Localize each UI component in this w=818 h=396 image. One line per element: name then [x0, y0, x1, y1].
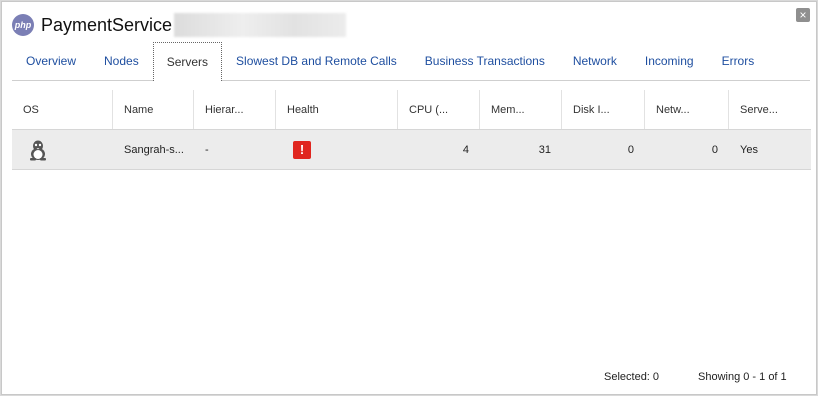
column-header-server[interactable]: Serve... [729, 90, 811, 129]
cpu-value: 4 [462, 143, 469, 156]
app-title: PaymentService [41, 14, 173, 35]
tab-incoming[interactable]: Incoming [631, 42, 708, 80]
servers-grid: OS Name Hierar... Health CPU (... Mem...… [12, 90, 811, 170]
selected-count: Selected: 0 [604, 371, 660, 383]
column-header-name[interactable]: Name [113, 90, 194, 129]
os-cell [12, 130, 113, 169]
hierarchy-value: - [205, 143, 209, 156]
tab-servers[interactable]: Servers [152, 42, 223, 81]
tab-slowest-db-remote-calls[interactable]: Slowest DB and Remote Calls [222, 42, 411, 80]
redacted-name [174, 13, 347, 37]
server-name: Sangrah-s... [124, 143, 184, 156]
column-header-cpu[interactable]: CPU (... [398, 90, 480, 129]
memory-value: 31 [538, 143, 551, 156]
grid-header-row: OS Name Hierar... Health CPU (... Mem...… [12, 90, 811, 130]
linux-tux-icon [30, 140, 46, 160]
tab-errors[interactable]: Errors [708, 42, 769, 80]
close-button[interactable]: × [796, 8, 810, 22]
column-header-os[interactable]: OS [12, 90, 113, 129]
error-alert-icon[interactable]: ! [293, 140, 311, 159]
title-bar: php PaymentService [12, 12, 347, 38]
tab-network[interactable]: Network [559, 42, 631, 80]
column-header-memory[interactable]: Mem... [480, 90, 562, 129]
column-header-disk[interactable]: Disk I... [562, 90, 645, 129]
health-cell: ! [276, 130, 398, 169]
tab-overview[interactable]: Overview [12, 42, 90, 80]
server-value: Yes [740, 143, 758, 156]
column-header-health[interactable]: Health [276, 90, 398, 129]
php-logo-icon: php [12, 14, 34, 36]
network-value: 0 [711, 143, 718, 156]
disk-value: 0 [627, 143, 634, 156]
column-header-hierarchy[interactable]: Hierar... [194, 90, 276, 129]
tab-business-transactions[interactable]: Business Transactions [411, 42, 559, 80]
tab-nodes[interactable]: Nodes [90, 42, 153, 80]
server-details-dialog: php PaymentService × Overview Nodes Serv… [1, 1, 817, 395]
column-header-network[interactable]: Netw... [645, 90, 729, 129]
table-row[interactable]: Sangrah-s... - ! 4 31 0 0 Yes [12, 130, 811, 170]
tab-bar: Overview Nodes Servers Slowest DB and Re… [12, 42, 810, 81]
pagination-summary: Showing 0 - 1 of 1 [698, 371, 787, 383]
